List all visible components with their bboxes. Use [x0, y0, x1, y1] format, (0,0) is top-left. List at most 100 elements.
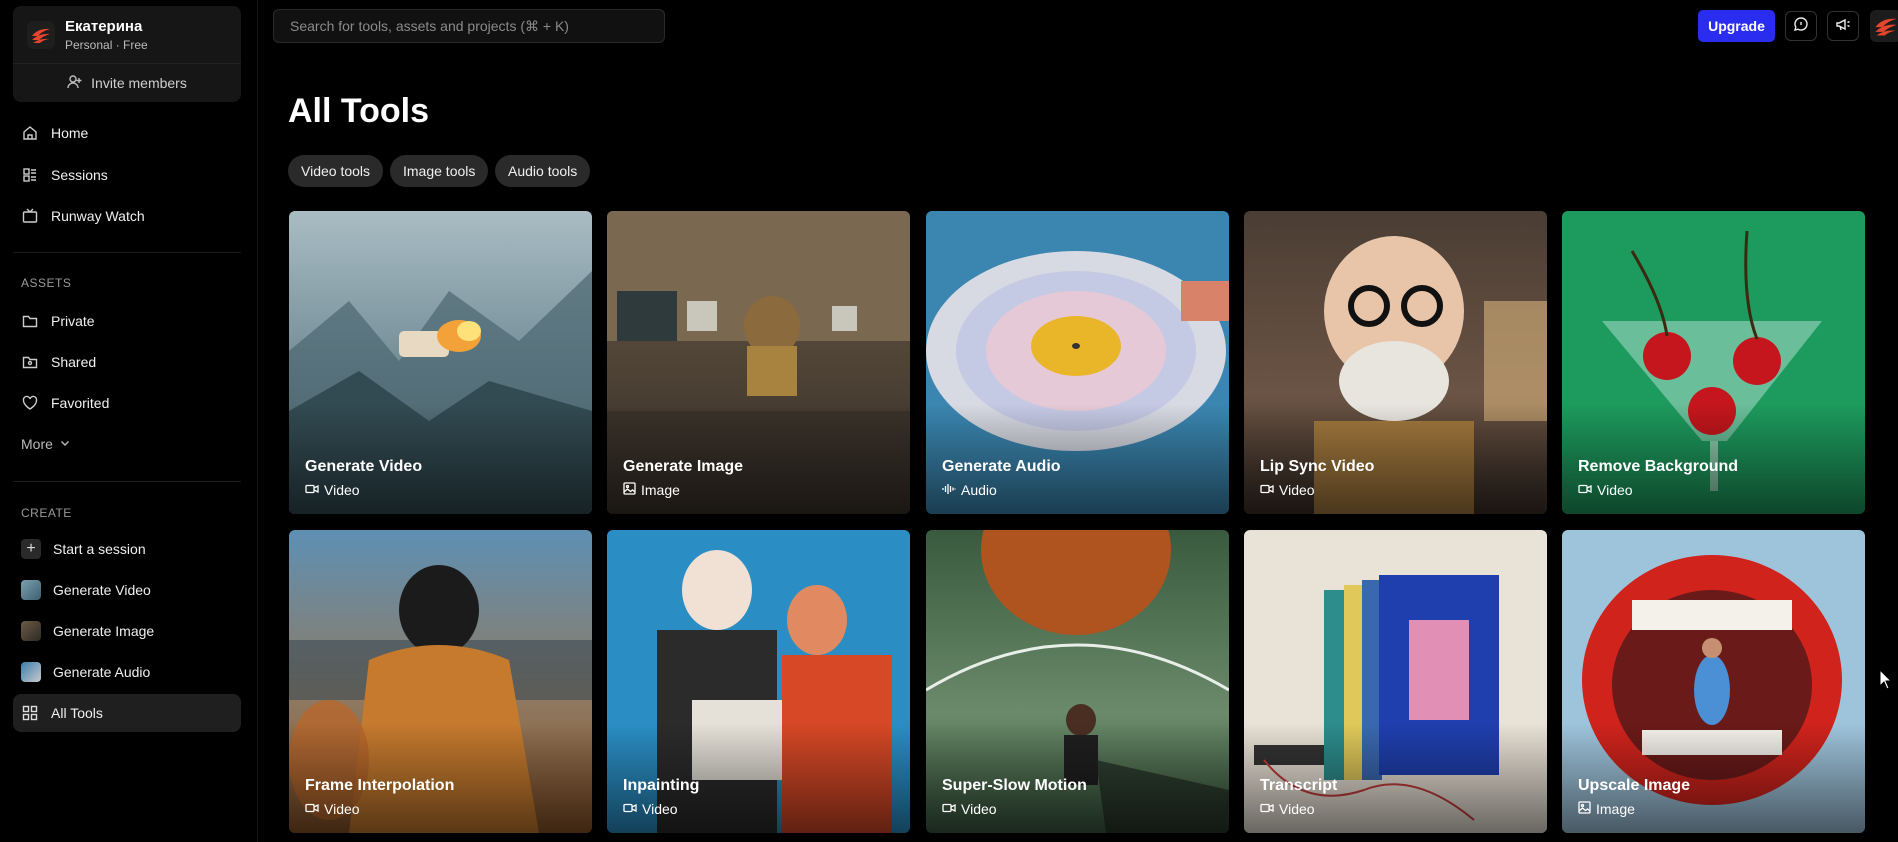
page-title: All Tools: [288, 92, 430, 130]
tool-title: Generate Audio: [942, 458, 1061, 475]
tool-card-generate-audio[interactable]: Generate Audio Audio: [926, 211, 1229, 514]
workspace-plan: Personal · Free: [65, 37, 148, 52]
tool-type-label: Video: [642, 801, 678, 817]
filter-image-tools[interactable]: Image tools: [390, 155, 489, 187]
image-icon: [623, 482, 636, 498]
tool-card-super-slow-motion[interactable]: Super-Slow Motion Video: [926, 530, 1229, 833]
image-thumb: [21, 621, 41, 641]
nav-shared[interactable]: Shared: [13, 343, 241, 381]
video-icon: [623, 801, 637, 817]
nav-all-tools-label: All Tools: [51, 705, 103, 721]
tool-card-generate-video[interactable]: Generate Video Video: [289, 211, 592, 514]
tool-type: Video: [1578, 482, 1633, 498]
nav-private-label: Private: [51, 313, 95, 329]
shared-folder-icon: [21, 353, 39, 371]
workspace-switcher[interactable]: Екатерина Personal · Free: [13, 6, 241, 64]
audio-icon: [942, 482, 956, 498]
nav-sessions[interactable]: Sessions: [13, 156, 241, 194]
sessions-icon: [21, 166, 39, 184]
tool-card-lip-sync-video[interactable]: Lip Sync Video Video: [1244, 211, 1547, 514]
invite-members-label: Invite members: [91, 75, 187, 91]
nav-favorited[interactable]: Favorited: [13, 384, 241, 422]
tool-type: Video: [942, 801, 997, 817]
tool-card-frame-interpolation[interactable]: Frame Interpolation Video: [289, 530, 592, 833]
tv-icon: [21, 207, 39, 225]
workspace-logo: [27, 20, 55, 49]
nav-private[interactable]: Private: [13, 302, 241, 340]
search-input[interactable]: [290, 18, 664, 34]
sidebar: Екатерина Personal · Free Invite members…: [0, 0, 258, 842]
megaphone-icon: [1835, 16, 1851, 37]
folder-icon: [21, 312, 39, 330]
image-icon: [1578, 801, 1591, 817]
tool-title: Lip Sync Video: [1260, 458, 1375, 475]
nav-start-session-label: Start a session: [53, 541, 146, 557]
nav-all-tools[interactable]: All Tools: [13, 694, 241, 732]
assets-section-label: ASSETS: [21, 276, 72, 290]
tool-type: Image: [1578, 801, 1635, 817]
workspace-card: Екатерина Personal · Free Invite members: [13, 6, 241, 102]
nav-generate-video[interactable]: Generate Video: [13, 571, 241, 609]
video-icon: [1260, 801, 1274, 817]
tool-card-inpainting[interactable]: Inpainting Video: [607, 530, 910, 833]
nav-home[interactable]: Home: [13, 114, 241, 152]
chevron-down-icon: [59, 436, 71, 452]
nav-generate-image-label: Generate Image: [53, 623, 155, 639]
nav-start-session[interactable]: + Start a session: [13, 530, 241, 568]
tool-type: Video: [305, 482, 360, 498]
tool-type: Video: [1260, 801, 1315, 817]
video-icon: [305, 482, 319, 498]
tool-type-label: Image: [1596, 801, 1635, 817]
search-bar[interactable]: [273, 9, 665, 43]
video-icon: [1578, 482, 1592, 498]
nav-favorited-label: Favorited: [51, 395, 110, 411]
invite-members-button[interactable]: Invite members: [13, 64, 241, 102]
tool-title: Super-Slow Motion: [942, 777, 1087, 794]
nav-runway-watch[interactable]: Runway Watch: [13, 197, 241, 235]
tool-title: Frame Interpolation: [305, 777, 455, 794]
plus-icon: +: [21, 539, 41, 559]
chat-bubble-icon: [1793, 16, 1809, 37]
tool-title: Upscale Image: [1578, 777, 1691, 794]
mouse-cursor-icon: [1879, 668, 1893, 696]
grid-icon: [21, 704, 39, 722]
announcements-button[interactable]: [1827, 11, 1859, 41]
filter-audio-tools[interactable]: Audio tools: [495, 155, 591, 187]
nav-generate-audio-label: Generate Audio: [53, 664, 151, 680]
tool-type: Video: [1260, 482, 1315, 498]
tool-type-label: Video: [324, 482, 360, 498]
workspace-name: Екатерина: [65, 17, 143, 35]
tool-title: Inpainting: [623, 777, 700, 794]
tool-title: Generate Video: [305, 458, 423, 475]
audio-thumb: [21, 662, 41, 682]
tool-type-label: Audio: [961, 482, 997, 498]
nav-runway-watch-label: Runway Watch: [51, 208, 145, 224]
tool-type-label: Video: [961, 801, 997, 817]
nav-shared-label: Shared: [51, 354, 97, 370]
more-button[interactable]: More: [13, 425, 241, 463]
tool-card-upscale-image[interactable]: Upscale Image Image: [1562, 530, 1865, 833]
video-thumb: [21, 580, 41, 600]
sidebar-divider: [13, 481, 241, 482]
feedback-button[interactable]: [1785, 11, 1817, 41]
video-icon: [942, 801, 956, 817]
avatar[interactable]: [1870, 10, 1898, 42]
upgrade-button[interactable]: Upgrade: [1698, 10, 1775, 42]
filter-video-tools[interactable]: Video tools: [288, 155, 384, 187]
heart-icon: [21, 394, 39, 412]
tool-card-remove-background[interactable]: Remove Background Video: [1562, 211, 1865, 514]
nav-sessions-label: Sessions: [51, 167, 108, 183]
tool-type: Video: [623, 801, 678, 817]
nav-generate-audio[interactable]: Generate Audio: [13, 653, 241, 691]
tool-type-label: Video: [1597, 482, 1633, 498]
tool-type-label: Image: [641, 482, 680, 498]
home-icon: [21, 124, 39, 142]
tool-card-generate-image[interactable]: Generate Image Image: [607, 211, 910, 514]
create-section-label: CREATE: [21, 506, 72, 520]
tool-type-label: Video: [324, 801, 360, 817]
tool-type-label: Video: [1279, 482, 1315, 498]
tool-type-label: Video: [1279, 801, 1315, 817]
tool-title: Remove Background: [1578, 458, 1739, 475]
tool-card-transcript[interactable]: Transcript Video: [1244, 530, 1547, 833]
nav-generate-image[interactable]: Generate Image: [13, 612, 241, 650]
